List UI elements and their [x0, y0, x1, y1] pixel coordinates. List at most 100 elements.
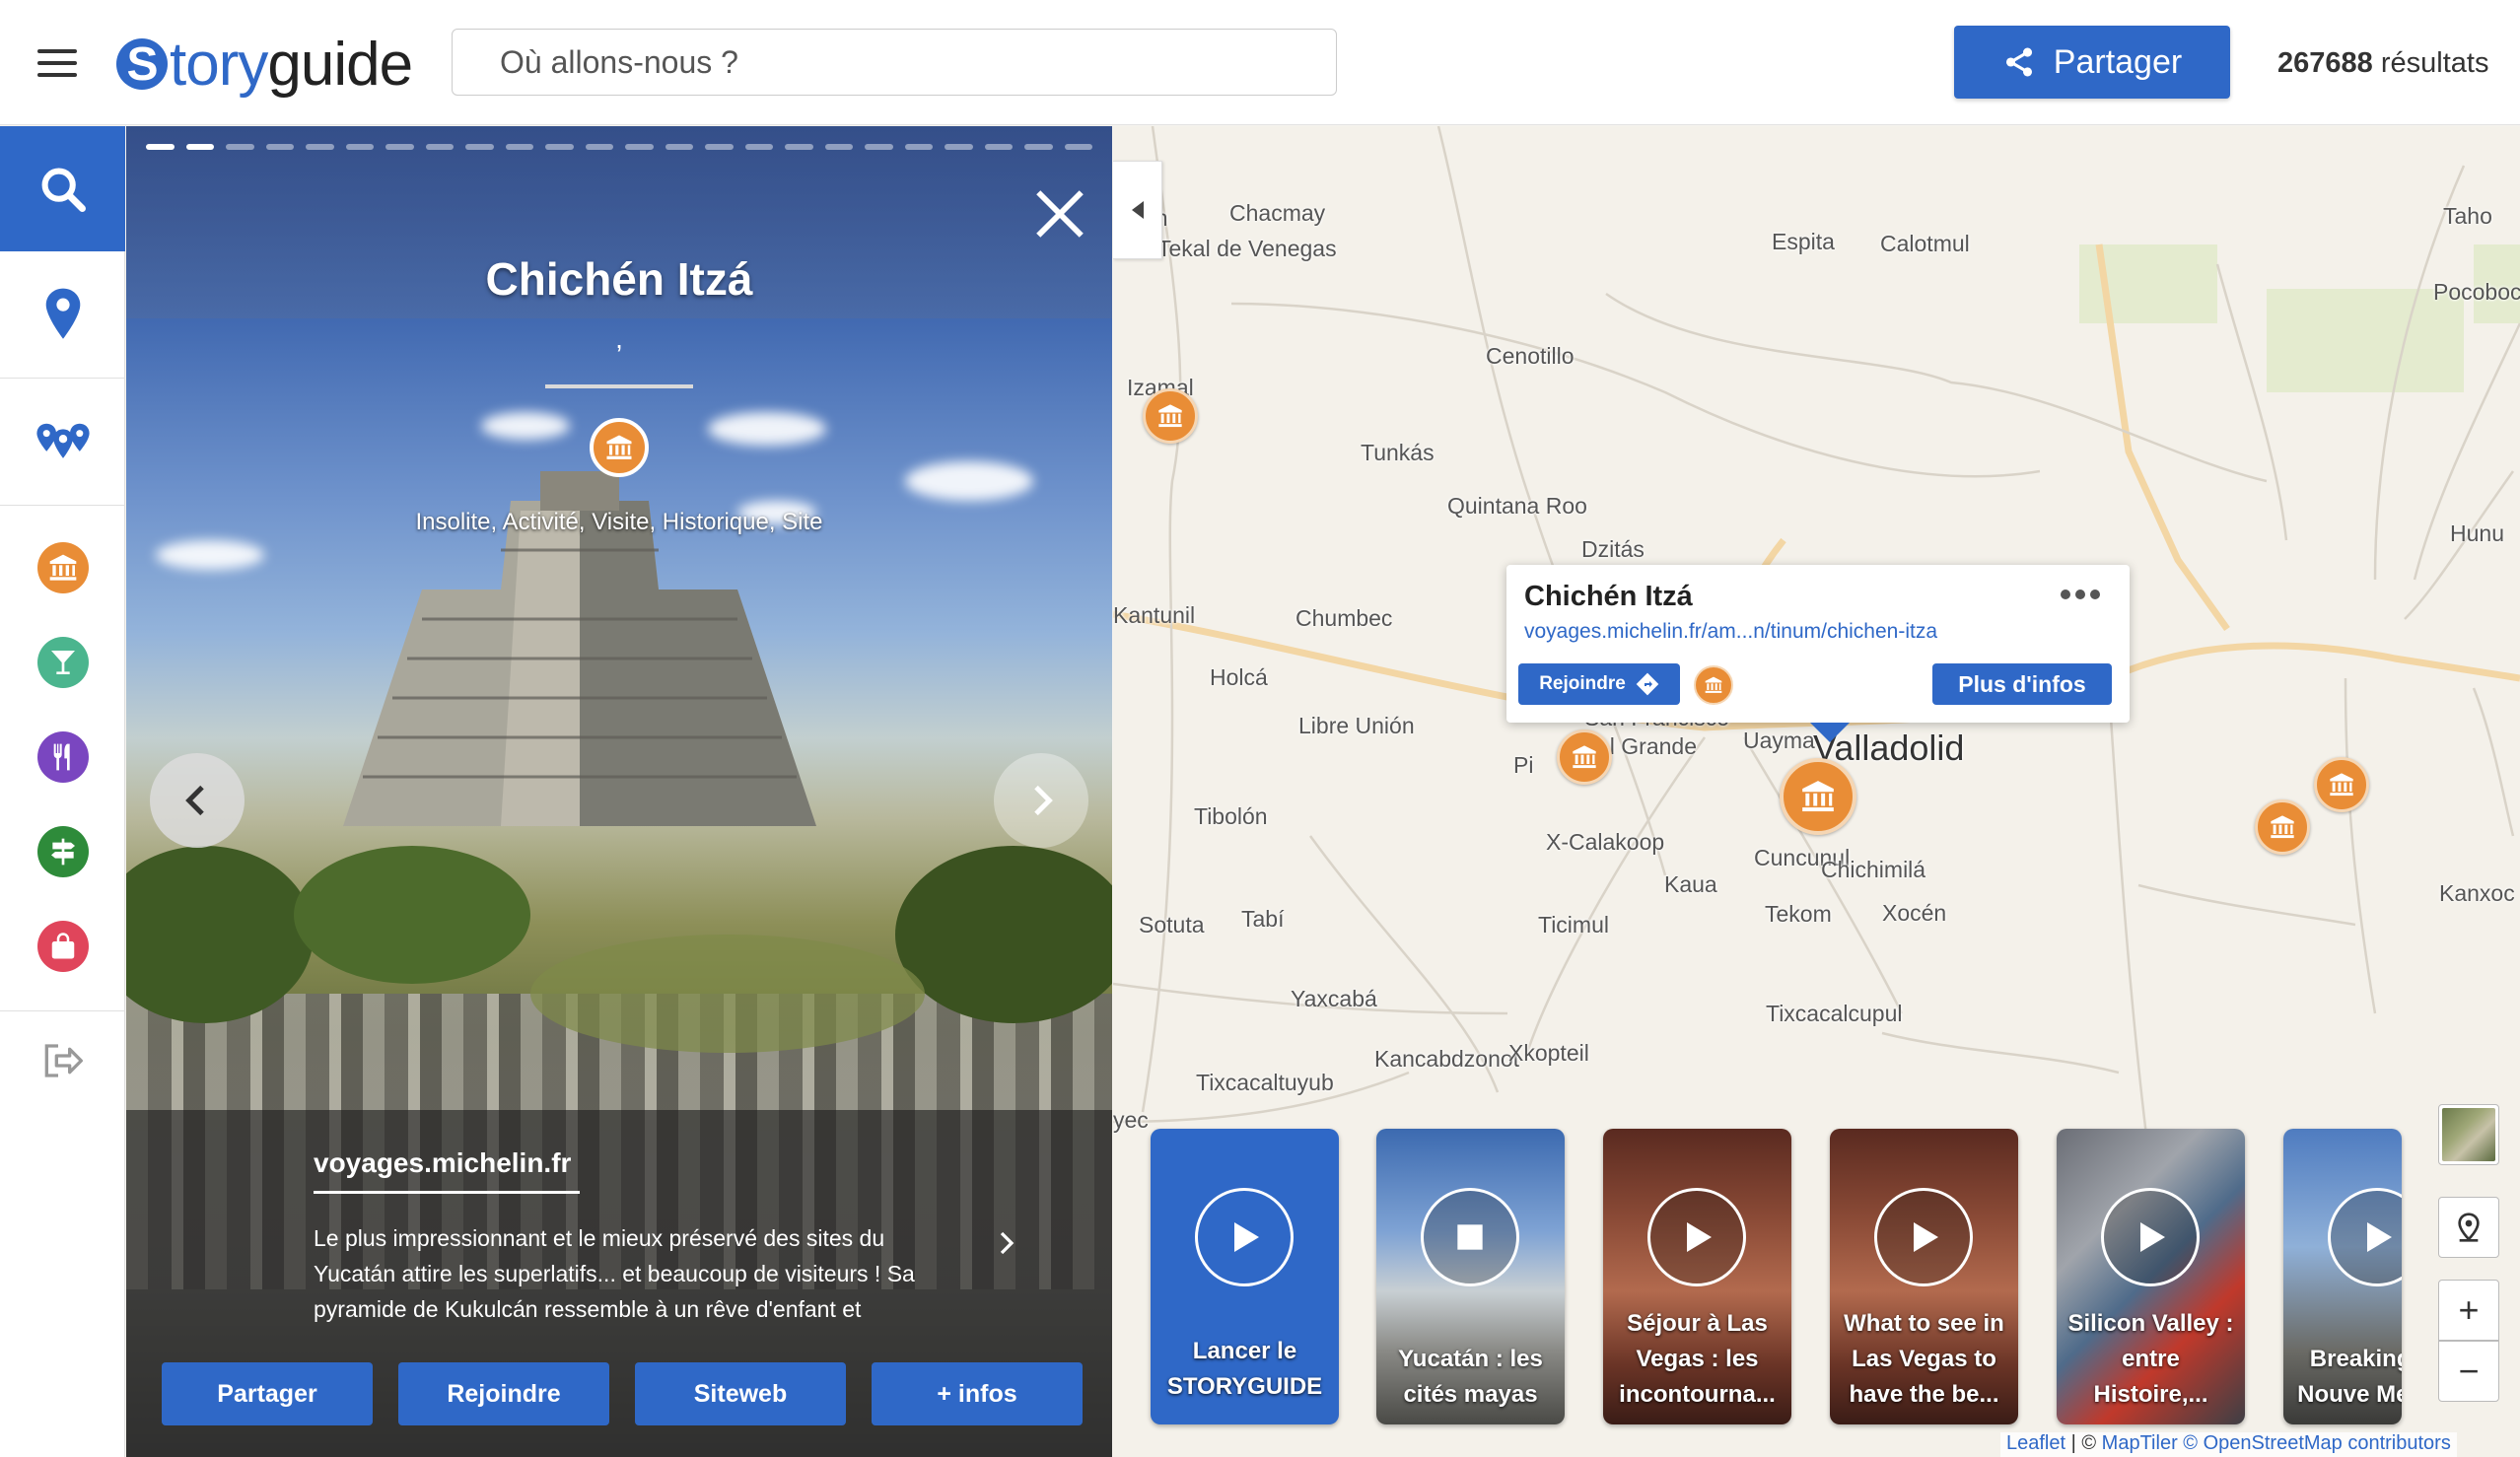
slide-dot[interactable] — [585, 144, 613, 150]
share-place-button[interactable]: Partager — [162, 1362, 373, 1425]
maptiler-link[interactable]: MapTiler — [2102, 1432, 2178, 1454]
fork-knife-icon — [36, 731, 89, 783]
story-card[interactable]: Yucatán : les cités mayas — [1376, 1129, 1565, 1424]
leaflet-link[interactable]: Leaflet — [2006, 1432, 2065, 1454]
slide-dot[interactable] — [984, 144, 1013, 150]
place-tags: Insolite, Activité, Visite, Historique, … — [415, 509, 823, 535]
sidebar-item-multi-location[interactable] — [0, 379, 125, 505]
map[interactable]: ánChacmayTekal de VenegasEspitaCalotmulT… — [1113, 126, 2520, 1457]
play-icon — [1195, 1188, 1294, 1286]
slide-dot[interactable] — [345, 144, 374, 150]
caret-left-icon — [1131, 201, 1144, 219]
slide-dot[interactable] — [705, 144, 734, 150]
map-place-label: el Grande — [1597, 733, 1698, 759]
slide-dot[interactable] — [904, 144, 933, 150]
map-place-label: Kaua — [1664, 871, 1717, 897]
slide-dot[interactable] — [425, 144, 454, 150]
slide-dot[interactable] — [146, 144, 175, 150]
chevron-right-icon[interactable] — [992, 1228, 1021, 1258]
map-place-label: Kanxoc — [2439, 880, 2515, 906]
slide-dot[interactable] — [265, 144, 294, 150]
museum-icon — [2271, 815, 2294, 839]
map-poi-selected[interactable] — [1780, 758, 1856, 835]
menu-icon[interactable] — [37, 49, 77, 77]
map-place-label: Tunkás — [1361, 440, 1435, 465]
search-input[interactable] — [452, 29, 1337, 96]
collapse-panel-button[interactable] — [1113, 161, 1162, 259]
slide-dot[interactable] — [1064, 144, 1092, 150]
close-icon[interactable] — [1031, 185, 1088, 243]
sidebar-item-location[interactable] — [0, 251, 125, 378]
sidebar-item-logout[interactable] — [0, 1011, 125, 1110]
more-info-button[interactable]: + infos — [872, 1362, 1083, 1425]
zoom-in-button[interactable]: + — [2438, 1280, 2499, 1341]
join-button[interactable]: Rejoindre — [398, 1362, 609, 1425]
map-place-label: Holcá — [1210, 664, 1268, 690]
popup-join-label: Rejoindre — [1539, 673, 1626, 694]
website-button[interactable]: Siteweb — [635, 1362, 846, 1425]
logo[interactable]: Story guide — [116, 30, 413, 99]
place-title: Chichén Itzá — [485, 253, 753, 305]
story-card[interactable]: What to see in Las Vegas to have the be.… — [1830, 1129, 2018, 1424]
chevron-left-icon — [185, 785, 204, 816]
map-place-label: Quintana Roo — [1447, 493, 1587, 519]
slide-dot[interactable] — [505, 144, 533, 150]
slide-dot[interactable] — [1024, 144, 1053, 150]
map-poi-culture[interactable] — [1143, 388, 1198, 444]
layer-switch-button[interactable] — [2438, 1104, 2499, 1165]
share-icon — [2005, 47, 2032, 77]
sidebar-item-activities[interactable] — [0, 804, 125, 899]
slide-dot[interactable] — [306, 144, 334, 150]
sidebar-item-culture[interactable] — [0, 520, 125, 615]
slide-dot[interactable] — [865, 144, 893, 150]
map-place-label: Tixcacaltuyub — [1196, 1070, 1334, 1095]
museum-icon — [1802, 781, 1834, 812]
previous-photo-button[interactable] — [150, 753, 245, 848]
map-place-label: Chumbec — [1295, 605, 1393, 631]
slide-dot[interactable] — [665, 144, 693, 150]
sidebar-item-nightlife[interactable] — [0, 615, 125, 710]
locate-me-button[interactable] — [2438, 1197, 2499, 1258]
map-poi-culture[interactable] — [2255, 799, 2310, 855]
next-photo-button[interactable] — [994, 753, 1088, 848]
sidebar-item-shopping[interactable] — [0, 899, 125, 994]
more-options-icon[interactable] — [2061, 585, 2106, 604]
sidebar-item-search[interactable] — [0, 126, 125, 251]
story-card[interactable]: Breaking au Nouve Mexiqu — [2283, 1129, 2402, 1424]
popup-more-info-button[interactable]: Plus d'infos — [1932, 663, 2112, 705]
story-card[interactable]: Silicon Valley : entre Histoire,... — [2057, 1129, 2245, 1424]
slide-dot[interactable] — [465, 144, 494, 150]
story-card[interactable]: Séjour à Las Vegas : les incontourna... — [1603, 1129, 1791, 1424]
slide-dot[interactable] — [785, 144, 813, 150]
map-poi-culture[interactable] — [1557, 729, 1612, 785]
slide-dot[interactable] — [385, 144, 414, 150]
map-place-label: Pocoboch — [2433, 279, 2520, 305]
popup-url[interactable]: voyages.michelin.fr/am...n/tinum/chichen… — [1524, 620, 1937, 644]
slide-dot[interactable] — [945, 144, 973, 150]
popup-join-button[interactable]: Rejoindre — [1518, 663, 1680, 705]
multi-pin-icon — [35, 423, 90, 458]
zoom-out-button[interactable]: − — [2438, 1341, 2499, 1402]
stop-icon — [1421, 1188, 1519, 1286]
story-card-launch[interactable]: Lancer le STORYGUIDE — [1151, 1129, 1339, 1424]
osm-link[interactable]: © OpenStreetMap contributors — [2178, 1432, 2451, 1454]
source-link[interactable]: voyages.michelin.fr — [314, 1147, 571, 1179]
slide-dot[interactable] — [226, 144, 254, 150]
museum-icon — [2330, 773, 2353, 797]
museum-icon — [1573, 745, 1596, 769]
map-place-label: Chacmay — [1229, 200, 1326, 226]
slide-dot[interactable] — [824, 144, 853, 150]
slide-dot[interactable] — [185, 144, 214, 150]
slide-dot[interactable] — [545, 144, 574, 150]
map-poi-culture[interactable] — [2314, 757, 2369, 812]
share-button[interactable]: Partager — [1954, 26, 2230, 99]
slideshow-dots[interactable] — [146, 144, 1092, 152]
slide-dot[interactable] — [625, 144, 654, 150]
map-place-label: Yaxcabá — [1291, 986, 1377, 1011]
slide-dot[interactable] — [744, 144, 773, 150]
logo-text-tory: tory — [170, 30, 268, 99]
sidebar-item-food[interactable] — [0, 710, 125, 804]
pyramid-illustration — [343, 471, 816, 826]
map-place-label: Libre Unión — [1298, 713, 1415, 738]
map-place-label: Espita — [1772, 229, 1835, 254]
